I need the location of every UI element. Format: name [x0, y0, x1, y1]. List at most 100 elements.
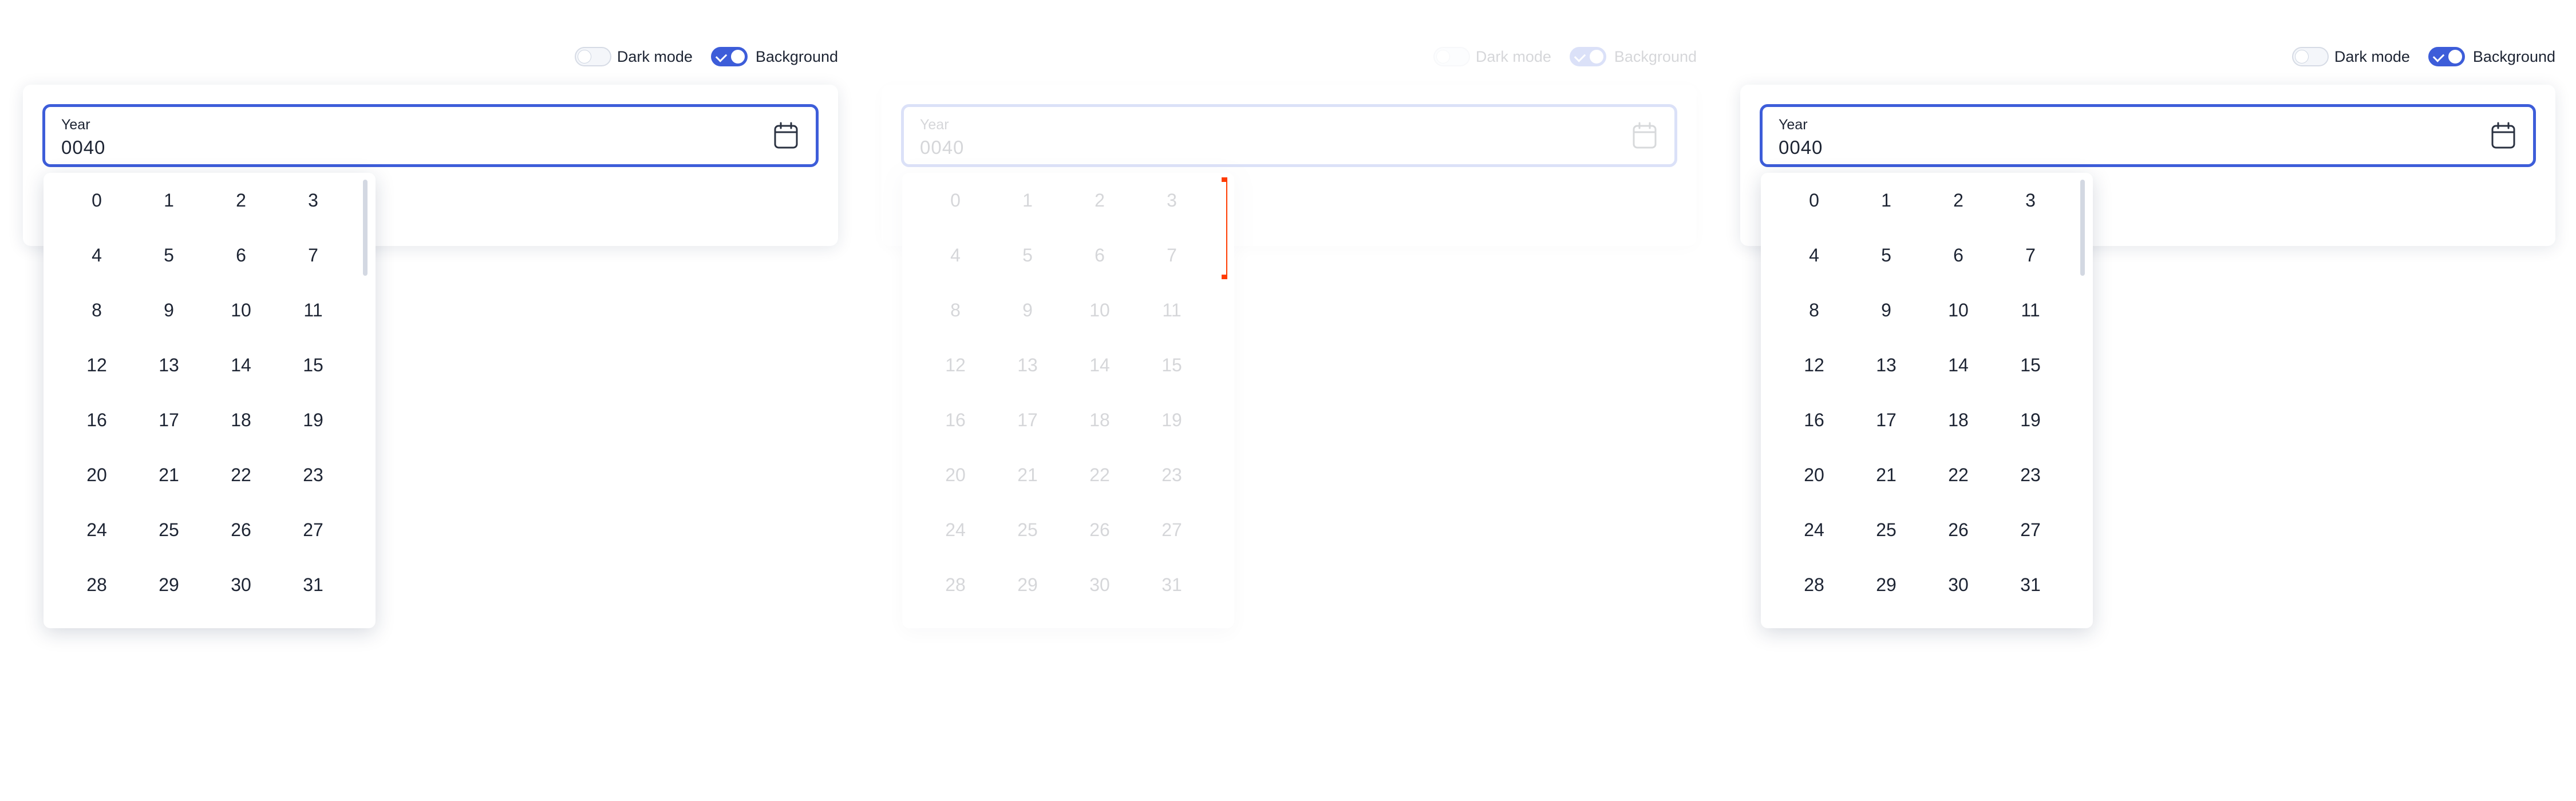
day-cell-0[interactable]: 0 [1778, 173, 1850, 228]
day-cell-10[interactable]: 10 [205, 283, 277, 338]
day-cell-13[interactable]: 13 [991, 338, 1064, 392]
day-cell-14[interactable]: 14 [1922, 338, 1994, 392]
day-cell-11[interactable]: 11 [1994, 283, 2067, 338]
popup-scrollbar[interactable] [2080, 180, 2085, 276]
day-cell-24[interactable]: 24 [61, 502, 133, 557]
day-cell-9[interactable]: 9 [133, 283, 205, 338]
day-cell-15[interactable]: 15 [1136, 338, 1208, 392]
day-cell-20[interactable]: 20 [1778, 447, 1850, 502]
year-field[interactable]: Year 0040 [1760, 104, 2536, 167]
day-cell-7[interactable]: 7 [277, 228, 349, 283]
day-cell-3[interactable]: 3 [277, 173, 349, 228]
day-cell-13[interactable]: 13 [1850, 338, 1922, 392]
day-cell-21[interactable]: 21 [991, 447, 1064, 502]
day-cell-16[interactable]: 16 [1778, 392, 1850, 447]
day-cell-17[interactable]: 17 [1850, 392, 1922, 447]
day-cell-30[interactable]: 30 [205, 557, 277, 612]
day-cell-10[interactable]: 10 [1064, 283, 1136, 338]
day-cell-24[interactable]: 24 [919, 502, 991, 557]
day-cell-4[interactable]: 4 [1778, 228, 1850, 283]
day-cell-23[interactable]: 23 [1994, 447, 2067, 502]
day-cell-29[interactable]: 29 [133, 557, 205, 612]
day-cell-31[interactable]: 31 [277, 557, 349, 612]
day-cell-12[interactable]: 12 [919, 338, 991, 392]
day-cell-19[interactable]: 19 [1994, 392, 2067, 447]
day-cell-22[interactable]: 22 [1922, 447, 1994, 502]
calendar-icon[interactable] [2491, 122, 2516, 149]
day-cell-16[interactable]: 16 [61, 392, 133, 447]
day-cell-14[interactable]: 14 [1064, 338, 1136, 392]
day-cell-4[interactable]: 4 [61, 228, 133, 283]
day-cell-10[interactable]: 10 [1922, 283, 1994, 338]
day-cell-5[interactable]: 5 [133, 228, 205, 283]
day-cell-28[interactable]: 28 [61, 557, 133, 612]
day-cell-25[interactable]: 25 [133, 502, 205, 557]
background-toggle[interactable] [710, 47, 748, 66]
day-cell-2[interactable]: 2 [1922, 173, 1994, 228]
day-cell-6[interactable]: 6 [1922, 228, 1994, 283]
year-field[interactable]: Year 0040 [901, 104, 1677, 167]
year-field-value[interactable]: 0040 [1779, 137, 1823, 158]
day-cell-8[interactable]: 8 [61, 283, 133, 338]
day-cell-16[interactable]: 16 [919, 392, 991, 447]
calendar-icon[interactable] [1632, 122, 1657, 149]
day-cell-3[interactable]: 3 [1994, 173, 2067, 228]
day-cell-18[interactable]: 18 [1064, 392, 1136, 447]
day-cell-6[interactable]: 6 [1064, 228, 1136, 283]
day-cell-14[interactable]: 14 [205, 338, 277, 392]
day-cell-22[interactable]: 22 [1064, 447, 1136, 502]
day-cell-9[interactable]: 9 [991, 283, 1064, 338]
popup-scrollbar[interactable] [363, 180, 368, 276]
day-cell-29[interactable]: 29 [991, 557, 1064, 612]
day-cell-31[interactable]: 31 [1136, 557, 1208, 612]
year-field-value[interactable]: 0040 [61, 137, 105, 158]
day-cell-17[interactable]: 17 [133, 392, 205, 447]
day-cell-24[interactable]: 24 [1778, 502, 1850, 557]
day-cell-5[interactable]: 5 [1850, 228, 1922, 283]
day-cell-28[interactable]: 28 [919, 557, 991, 612]
day-cell-26[interactable]: 26 [205, 502, 277, 557]
day-cell-7[interactable]: 7 [1994, 228, 2067, 283]
day-cell-15[interactable]: 15 [1994, 338, 2067, 392]
day-cell-30[interactable]: 30 [1064, 557, 1136, 612]
day-cell-6[interactable]: 6 [205, 228, 277, 283]
day-cell-20[interactable]: 20 [61, 447, 133, 502]
year-field[interactable]: Year 0040 [42, 104, 819, 167]
background-toggle[interactable] [2428, 47, 2465, 66]
day-cell-30[interactable]: 30 [1922, 557, 1994, 612]
calendar-icon[interactable] [773, 122, 799, 149]
day-cell-8[interactable]: 8 [919, 283, 991, 338]
day-cell-17[interactable]: 17 [991, 392, 1064, 447]
day-cell-20[interactable]: 20 [919, 447, 991, 502]
day-cell-21[interactable]: 21 [1850, 447, 1922, 502]
day-cell-0[interactable]: 0 [61, 173, 133, 228]
day-cell-1[interactable]: 1 [991, 173, 1064, 228]
background-toggle[interactable] [1569, 47, 1606, 66]
day-cell-1[interactable]: 1 [1850, 173, 1922, 228]
dark-mode-toggle[interactable] [1433, 47, 1470, 66]
day-cell-7[interactable]: 7 [1136, 228, 1208, 283]
day-cell-19[interactable]: 19 [1136, 392, 1208, 447]
day-cell-12[interactable]: 12 [61, 338, 133, 392]
day-cell-28[interactable]: 28 [1778, 557, 1850, 612]
dark-mode-toggle[interactable] [574, 47, 611, 66]
day-cell-26[interactable]: 26 [1064, 502, 1136, 557]
day-cell-21[interactable]: 21 [133, 447, 205, 502]
day-cell-18[interactable]: 18 [1922, 392, 1994, 447]
day-cell-27[interactable]: 27 [1994, 502, 2067, 557]
day-cell-2[interactable]: 2 [205, 173, 277, 228]
day-cell-1[interactable]: 1 [133, 173, 205, 228]
day-cell-23[interactable]: 23 [277, 447, 349, 502]
day-cell-29[interactable]: 29 [1850, 557, 1922, 612]
day-cell-11[interactable]: 11 [277, 283, 349, 338]
day-cell-8[interactable]: 8 [1778, 283, 1850, 338]
day-cell-11[interactable]: 11 [1136, 283, 1208, 338]
day-cell-31[interactable]: 31 [1994, 557, 2067, 612]
day-cell-9[interactable]: 9 [1850, 283, 1922, 338]
day-cell-12[interactable]: 12 [1778, 338, 1850, 392]
day-cell-25[interactable]: 25 [991, 502, 1064, 557]
day-cell-23[interactable]: 23 [1136, 447, 1208, 502]
year-field-value[interactable]: 0040 [920, 137, 964, 158]
day-cell-27[interactable]: 27 [277, 502, 349, 557]
day-cell-3[interactable]: 3 [1136, 173, 1208, 228]
